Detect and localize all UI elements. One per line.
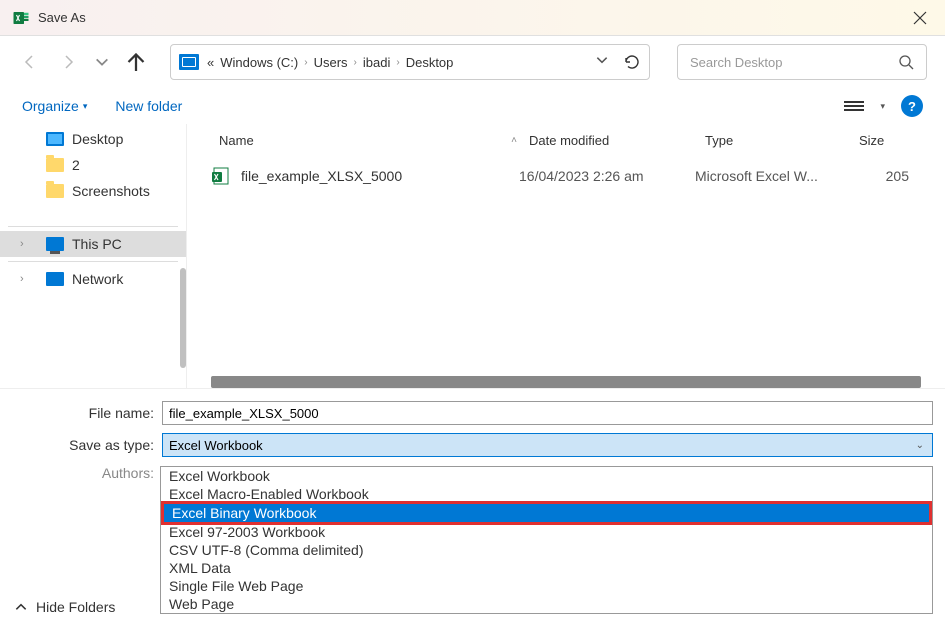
- crumb-item[interactable]: Desktop: [406, 55, 454, 70]
- sidebar-item-folder[interactable]: Screenshots: [0, 178, 186, 204]
- navbar: « Windows (C:) › Users › ibadi › Desktop: [0, 36, 945, 88]
- chevron-right-icon[interactable]: ›: [20, 238, 24, 250]
- file-date: 16/04/2023 2:26 am: [519, 168, 695, 184]
- window-title: Save As: [38, 10, 86, 25]
- sort-indicator-icon: ˄: [511, 135, 517, 146]
- crumb-item[interactable]: ibadi: [363, 55, 390, 70]
- dropdown-option[interactable]: CSV UTF-8 (Comma delimited): [161, 541, 932, 559]
- dropdown-option[interactable]: XML Data: [161, 559, 932, 577]
- chevron-down-icon: ⌄: [916, 440, 924, 451]
- search-box[interactable]: [677, 44, 927, 80]
- dropdown-option[interactable]: Single File Web Page: [161, 577, 932, 595]
- toolbar: Organize ▾ New folder ▾ ?: [0, 88, 945, 124]
- file-size: 205: [849, 168, 909, 184]
- chevron-right-icon: ›: [304, 57, 307, 68]
- caret-down-icon[interactable]: ▾: [880, 101, 885, 112]
- sidebar-item-network[interactable]: › Network: [0, 266, 186, 292]
- highlight-box: Excel Binary Workbook: [161, 501, 932, 525]
- sidebar: Desktop 2 Screenshots › This PC › Networ…: [0, 124, 186, 388]
- authors-label: Authors:: [12, 465, 162, 481]
- savetype-dropdown: Excel Workbook Excel Macro-Enabled Workb…: [160, 466, 933, 614]
- divider: [8, 261, 178, 262]
- forward-button[interactable]: [56, 50, 80, 74]
- column-header-size[interactable]: Size: [859, 133, 919, 148]
- refresh-icon[interactable]: [623, 53, 641, 71]
- file-type: Microsoft Excel W...: [695, 168, 849, 184]
- caret-down-icon: ▾: [83, 101, 88, 112]
- main-area: Desktop 2 Screenshots › This PC › Networ…: [0, 124, 945, 388]
- folder-icon: [46, 184, 64, 198]
- sidebar-item-desktop[interactable]: Desktop: [0, 126, 186, 152]
- network-icon: [46, 272, 64, 286]
- chevron-down-icon[interactable]: [595, 53, 609, 72]
- search-icon: [898, 54, 914, 70]
- help-icon[interactable]: ?: [901, 95, 923, 117]
- divider: [8, 226, 178, 227]
- dropdown-option[interactable]: Excel 97-2003 Workbook: [161, 523, 932, 541]
- savetype-select[interactable]: Excel Workbook ⌄: [162, 433, 933, 457]
- sidebar-item-this-pc[interactable]: › This PC: [0, 231, 186, 257]
- titlebar: Save As: [0, 0, 945, 36]
- up-button[interactable]: [124, 50, 148, 74]
- scrollbar[interactable]: [211, 376, 921, 388]
- dropdown-option[interactable]: Excel Binary Workbook: [164, 504, 929, 522]
- column-header-name[interactable]: Name ˄: [219, 133, 529, 148]
- drive-icon: [179, 54, 199, 70]
- excel-file-icon: [211, 166, 231, 186]
- dropdown-option[interactable]: Excel Workbook: [161, 467, 932, 485]
- file-name-label: file_example_XLSX_5000: [241, 168, 402, 184]
- filename-label: File name:: [12, 405, 162, 421]
- new-folder-button[interactable]: New folder: [115, 98, 182, 114]
- sidebar-item-folder[interactable]: 2: [0, 152, 186, 178]
- crumb-prefix: «: [207, 55, 214, 70]
- chevron-right-icon: ›: [396, 57, 399, 68]
- file-row[interactable]: file_example_XLSX_5000 16/04/2023 2:26 a…: [187, 156, 945, 196]
- close-icon[interactable]: [913, 11, 927, 25]
- crumb-item[interactable]: Users: [314, 55, 348, 70]
- organize-button[interactable]: Organize ▾: [22, 98, 87, 114]
- filename-input[interactable]: [162, 401, 933, 425]
- column-header-date[interactable]: Date modified: [529, 133, 705, 148]
- dropdown-option[interactable]: Web Page: [161, 595, 932, 613]
- hide-folders-button[interactable]: Hide Folders: [14, 599, 115, 615]
- chevron-right-icon: ›: [354, 57, 357, 68]
- folder-icon: [46, 158, 64, 172]
- desktop-icon: [46, 132, 64, 146]
- back-button[interactable]: [18, 50, 42, 74]
- file-list: Name ˄ Date modified Type Size file_exam…: [186, 124, 945, 388]
- search-input[interactable]: [690, 55, 898, 70]
- column-headers: Name ˄ Date modified Type Size: [187, 124, 945, 156]
- view-options-button[interactable]: [844, 96, 864, 116]
- savetype-label: Save as type:: [12, 437, 162, 453]
- breadcrumb-path: « Windows (C:) › Users › ibadi › Desktop: [207, 55, 587, 70]
- chevron-up-icon: [14, 600, 28, 614]
- breadcrumb[interactable]: « Windows (C:) › Users › ibadi › Desktop: [170, 44, 650, 80]
- chevron-right-icon[interactable]: ›: [20, 273, 24, 285]
- crumb-item[interactable]: Windows (C:): [220, 55, 298, 70]
- recent-locations-button[interactable]: [94, 54, 110, 70]
- column-header-type[interactable]: Type: [705, 133, 859, 148]
- excel-icon: [12, 9, 30, 27]
- pc-icon: [46, 237, 64, 251]
